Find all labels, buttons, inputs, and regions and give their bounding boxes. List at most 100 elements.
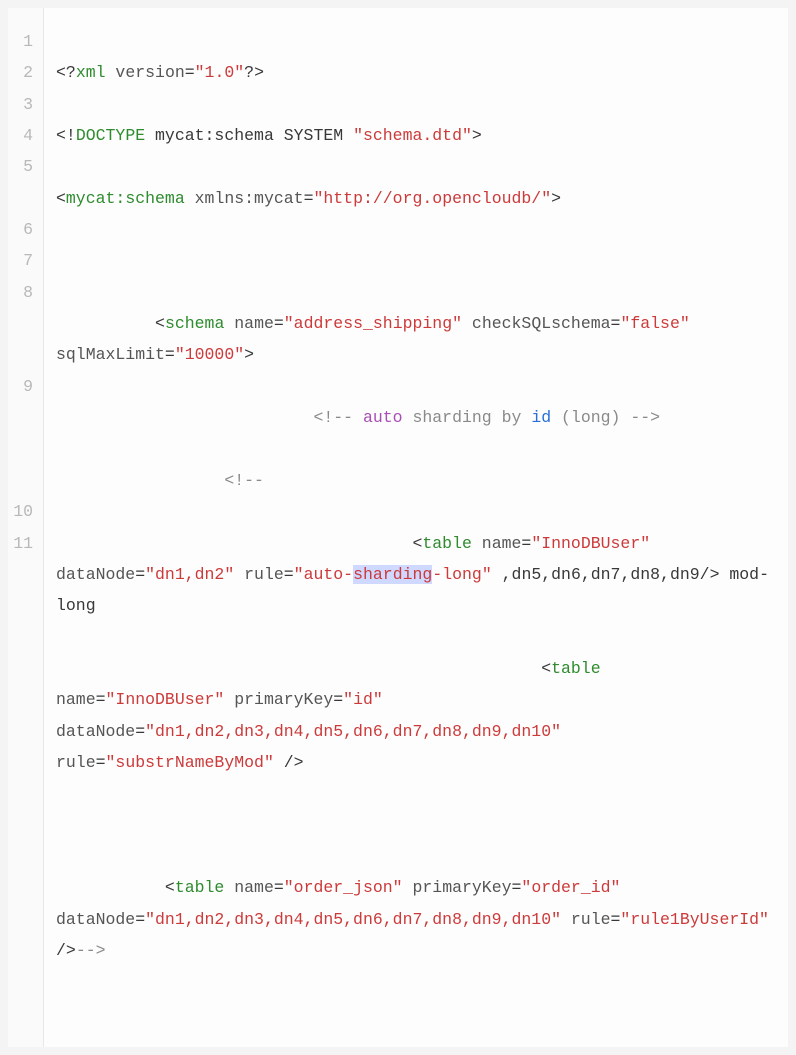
code-line: <schema name="address_shipping" checkSQL… bbox=[56, 308, 774, 371]
token: id bbox=[531, 408, 551, 427]
token: <? bbox=[56, 63, 76, 82]
token: "InnoDBUser" bbox=[531, 534, 650, 553]
token: "schema.dtd" bbox=[353, 126, 472, 145]
token: DOCTYPE bbox=[76, 126, 145, 145]
token: = bbox=[521, 534, 531, 553]
code-line: <!DOCTYPE mycat:schema SYSTEM "schema.dt… bbox=[56, 120, 774, 151]
indent bbox=[56, 659, 541, 678]
token: xml bbox=[76, 63, 106, 82]
token: checkSQLschema bbox=[462, 314, 611, 333]
token: = bbox=[284, 565, 294, 584]
token: version bbox=[106, 63, 185, 82]
indent bbox=[56, 534, 412, 553]
token: name bbox=[472, 534, 522, 553]
token: = bbox=[135, 565, 145, 584]
code-line: <?xml version="1.0"?> bbox=[56, 57, 774, 88]
line-number: 3 bbox=[8, 89, 33, 120]
token: < bbox=[541, 659, 551, 678]
token: auto bbox=[363, 408, 403, 427]
token: = bbox=[185, 63, 195, 82]
token: < bbox=[412, 534, 422, 553]
token: -long" bbox=[432, 565, 491, 584]
token: < bbox=[155, 314, 165, 333]
line-number: 2 bbox=[8, 57, 33, 88]
token: <!-- bbox=[224, 471, 264, 490]
token: mycat:schema bbox=[66, 189, 185, 208]
code-line: <!-- bbox=[56, 465, 774, 496]
token: "1.0" bbox=[195, 63, 245, 82]
line-number: 9 bbox=[8, 371, 33, 496]
indent bbox=[56, 314, 155, 333]
code-line bbox=[56, 810, 774, 841]
line-number: 6 bbox=[8, 214, 33, 245]
token: mycat:schema SYSTEM bbox=[145, 126, 353, 145]
line-number: 11 bbox=[8, 528, 33, 559]
token: sharding by bbox=[403, 408, 532, 427]
token: "order_id" bbox=[521, 878, 620, 897]
code-content[interactable]: <?xml version="1.0"?> <!DOCTYPE mycat:sc… bbox=[44, 8, 788, 1047]
token: table bbox=[422, 534, 472, 553]
token: "rule1ByUserId" bbox=[620, 910, 769, 929]
token: rule bbox=[561, 910, 611, 929]
token: "10000" bbox=[175, 345, 244, 364]
token: = bbox=[274, 878, 284, 897]
token: /> bbox=[274, 753, 304, 772]
token: "dn1,dn2,dn3,dn4,dn5,dn6,dn7,dn8,dn9,dn1… bbox=[145, 722, 561, 741]
token-highlighted: sharding bbox=[353, 565, 432, 584]
token: ?> bbox=[244, 63, 264, 82]
token: = bbox=[96, 753, 106, 772]
token: (long) bbox=[551, 408, 630, 427]
token: xmlns:mycat bbox=[185, 189, 304, 208]
token: = bbox=[611, 910, 621, 929]
indent bbox=[56, 408, 313, 427]
token: = bbox=[96, 690, 106, 709]
indent bbox=[56, 471, 224, 490]
line-number-gutter: 1 2 3 4 5 6 7 8 9 10 11 bbox=[8, 8, 44, 1047]
token: table bbox=[551, 659, 601, 678]
token: primaryKey bbox=[403, 878, 512, 897]
token: --> bbox=[630, 408, 660, 427]
token: "id" bbox=[343, 690, 383, 709]
line-number: 1 bbox=[8, 26, 33, 57]
code-line: <table name="InnoDBUser" dataNode="dn1,d… bbox=[56, 528, 774, 622]
token: "dn1,dn2" bbox=[145, 565, 234, 584]
token: "order_json" bbox=[284, 878, 403, 897]
token: > bbox=[551, 189, 561, 208]
indent bbox=[56, 878, 165, 897]
token: "InnoDBUser" bbox=[106, 690, 225, 709]
token: = bbox=[333, 690, 343, 709]
token: = bbox=[135, 910, 145, 929]
token: "address_shipping" bbox=[284, 314, 462, 333]
token: --> bbox=[76, 941, 106, 960]
line-number: 4 bbox=[8, 120, 33, 151]
token: < bbox=[56, 189, 66, 208]
code-line bbox=[56, 245, 774, 276]
token: < bbox=[165, 878, 175, 897]
token: rule bbox=[234, 565, 284, 584]
token: schema bbox=[165, 314, 224, 333]
token: = bbox=[611, 314, 621, 333]
code-line: <table name="order_json" primaryKey="ord… bbox=[56, 872, 774, 966]
token: "substrNameByMod" bbox=[106, 753, 274, 772]
line-number: 7 bbox=[8, 245, 33, 276]
token: = bbox=[274, 314, 284, 333]
code-line: <table name="InnoDBUser" primaryKey="id"… bbox=[56, 653, 774, 778]
line-number: 5 bbox=[8, 151, 33, 214]
token: table bbox=[175, 878, 225, 897]
token: name bbox=[224, 314, 274, 333]
token: = bbox=[512, 878, 522, 897]
token: "dn1,dn2,dn3,dn4,dn5,dn6,dn7,dn8,dn9,dn1… bbox=[145, 910, 561, 929]
token: = bbox=[165, 345, 175, 364]
code-line: <!-- auto sharding by id (long) --> bbox=[56, 402, 774, 433]
token: <!-- bbox=[313, 408, 363, 427]
token: > bbox=[244, 345, 254, 364]
token: name bbox=[224, 878, 274, 897]
token: = bbox=[304, 189, 314, 208]
code-block: 1 2 3 4 5 6 7 8 9 10 11 <?xml version="1… bbox=[8, 8, 788, 1047]
token: <! bbox=[56, 126, 76, 145]
code-line: <mycat:schema xmlns:mycat="http://org.op… bbox=[56, 183, 774, 214]
line-number: 10 bbox=[8, 496, 33, 527]
token: primaryKey bbox=[224, 690, 333, 709]
token: "false" bbox=[620, 314, 689, 333]
token: > bbox=[472, 126, 482, 145]
